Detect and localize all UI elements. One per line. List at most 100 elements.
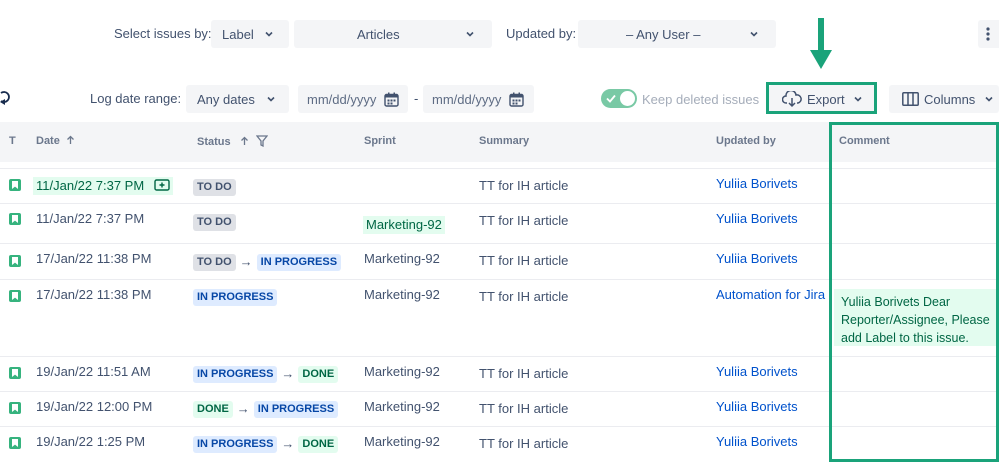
summary-cell: TT for IH article [479, 401, 569, 416]
label-select[interactable]: Label [211, 20, 289, 48]
columns-button[interactable]: Columns [889, 85, 999, 113]
new-item-icon [154, 179, 170, 191]
date-cell: 17/Jan/22 11:38 PM [36, 287, 152, 302]
summary-cell: TT for IH article [479, 178, 569, 193]
status-cell: IN PROGRESS → DONE [193, 365, 339, 383]
comment-column-highlight-box [829, 122, 999, 462]
status-lozenge-in-progress: IN PROGRESS [256, 254, 342, 271]
status-lozenge-done: DONE [298, 436, 339, 453]
user-select-value: – Any User – [626, 26, 701, 42]
chevron-down-icon [750, 31, 758, 37]
status-lozenge-done: DONE [193, 401, 233, 418]
status-lozenge-done: DONE [298, 366, 339, 383]
summary-cell: TT for IH article [479, 366, 569, 381]
keep-deleted-label: Keep deleted issues [642, 92, 760, 107]
articles-select[interactable]: Articles [294, 20, 492, 48]
chevron-down-icon [265, 31, 273, 37]
status-lozenge-todo: TO DO [193, 179, 236, 196]
log-date-range-label: Log date range: [90, 91, 182, 106]
col-header-summary[interactable]: Summary [479, 135, 529, 147]
updated-by-link[interactable]: Yuliia Borivets [716, 364, 798, 380]
sprint-cell: Marketing-92 [364, 364, 440, 379]
transition-arrow-icon: → [281, 435, 295, 451]
status-lozenge-todo: TO DO [193, 214, 236, 231]
updated-by-link[interactable]: Yuliia Borivets [716, 434, 798, 450]
summary-cell: TT for IH article [479, 436, 569, 451]
summary-cell: TT for IH article [479, 289, 569, 304]
date-cell: 11/Jan/22 7:37 PM [36, 211, 145, 226]
status-cell: IN PROGRESS [193, 288, 278, 306]
more-menu-button[interactable] [978, 20, 999, 48]
date-from-placeholder: mm/dd/yyyy [307, 91, 377, 107]
date-to-placeholder: mm/dd/yyyy [432, 91, 502, 107]
date-from-input[interactable]: mm/dd/yyyy [298, 85, 408, 113]
sprint-cell: Marketing-92 [363, 216, 445, 234]
annotation-arrow-icon [810, 18, 832, 69]
user-select[interactable]: – Any User – [578, 20, 776, 48]
date-cell: 19/Jan/22 1:25 PM [36, 434, 146, 449]
articles-select-value: Articles [357, 26, 400, 42]
more-vertical-icon [986, 27, 990, 41]
any-dates-value: Any dates [197, 91, 255, 107]
sprint-cell: Marketing-92 [364, 251, 440, 266]
status-cell: IN PROGRESS → DONE [193, 435, 339, 453]
transition-arrow-icon: → [281, 365, 295, 381]
updated-by-link[interactable]: Yuliia Borivets [716, 176, 798, 192]
updated-by-link[interactable]: Automation for Jira [716, 287, 825, 303]
select-issues-label: Select issues by: [114, 26, 212, 41]
status-lozenge-in-progress: IN PROGRESS [193, 366, 278, 383]
story-type-icon [9, 213, 21, 225]
summary-cell: TT for IH article [479, 213, 569, 228]
story-type-icon [9, 290, 21, 302]
summary-cell: TT for IH article [479, 253, 569, 268]
columns-label: Columns [924, 91, 976, 107]
check-icon [606, 94, 616, 103]
sort-up-icon [66, 135, 74, 144]
story-type-icon [9, 402, 21, 414]
date-to-input[interactable]: mm/dd/yyyy [423, 85, 534, 113]
export-highlight-box [766, 82, 877, 114]
keep-deleted-toggle[interactable] [601, 89, 637, 108]
status-cell: TO DO [193, 213, 236, 231]
sprint-cell: Marketing-92 [364, 434, 440, 449]
status-lozenge-todo: TO DO [193, 254, 236, 271]
status-cell: TO DO [193, 178, 236, 196]
transition-arrow-icon: → [239, 253, 253, 269]
date-cell: 17/Jan/22 11:38 PM [36, 251, 152, 266]
updated-by-link[interactable]: Yuliia Borivets [716, 251, 798, 267]
label-select-value: Label [222, 26, 254, 42]
story-type-icon [9, 367, 21, 379]
updated-by-label: Updated by: [506, 26, 577, 41]
toggle-knob [620, 91, 635, 106]
status-lozenge-in-progress: IN PROGRESS [193, 436, 278, 453]
date-cell: 19/Jan/22 11:51 AM [36, 364, 151, 379]
col-header-type[interactable]: T [9, 135, 16, 147]
updated-by-link[interactable]: Yuliia Borivets [716, 399, 798, 415]
refresh-icon[interactable] [0, 90, 12, 106]
calendar-icon[interactable] [509, 92, 524, 107]
col-header-status[interactable]: Status [197, 135, 269, 148]
col-header-sprint[interactable]: Sprint [364, 135, 396, 147]
story-type-icon [9, 437, 21, 449]
updated-by-link[interactable]: Yuliia Borivets [716, 211, 798, 227]
calendar-icon[interactable] [384, 92, 399, 107]
sprint-cell: Marketing-92 [364, 287, 440, 302]
sort-up-icon [240, 136, 248, 145]
status-cell: DONE → IN PROGRESS [193, 400, 339, 418]
story-type-icon [9, 255, 21, 267]
any-dates-select[interactable]: Any dates [186, 85, 289, 113]
story-type-icon [9, 179, 21, 191]
transition-arrow-icon: → [236, 400, 250, 416]
date-separator: - [414, 91, 419, 106]
columns-icon [902, 92, 919, 106]
status-cell: TO DO → IN PROGRESS [193, 253, 342, 271]
chevron-down-icon [985, 96, 993, 102]
status-lozenge-in-progress: IN PROGRESS [193, 289, 278, 306]
date-cell: 19/Jan/22 12:00 PM [36, 399, 153, 414]
filter-icon[interactable] [255, 135, 269, 148]
status-lozenge-in-progress: IN PROGRESS [253, 401, 339, 418]
chevron-down-icon [267, 96, 275, 102]
col-header-updated-by[interactable]: Updated by [716, 135, 776, 147]
col-header-date[interactable]: Date [36, 135, 75, 147]
chevron-down-icon [466, 31, 474, 37]
